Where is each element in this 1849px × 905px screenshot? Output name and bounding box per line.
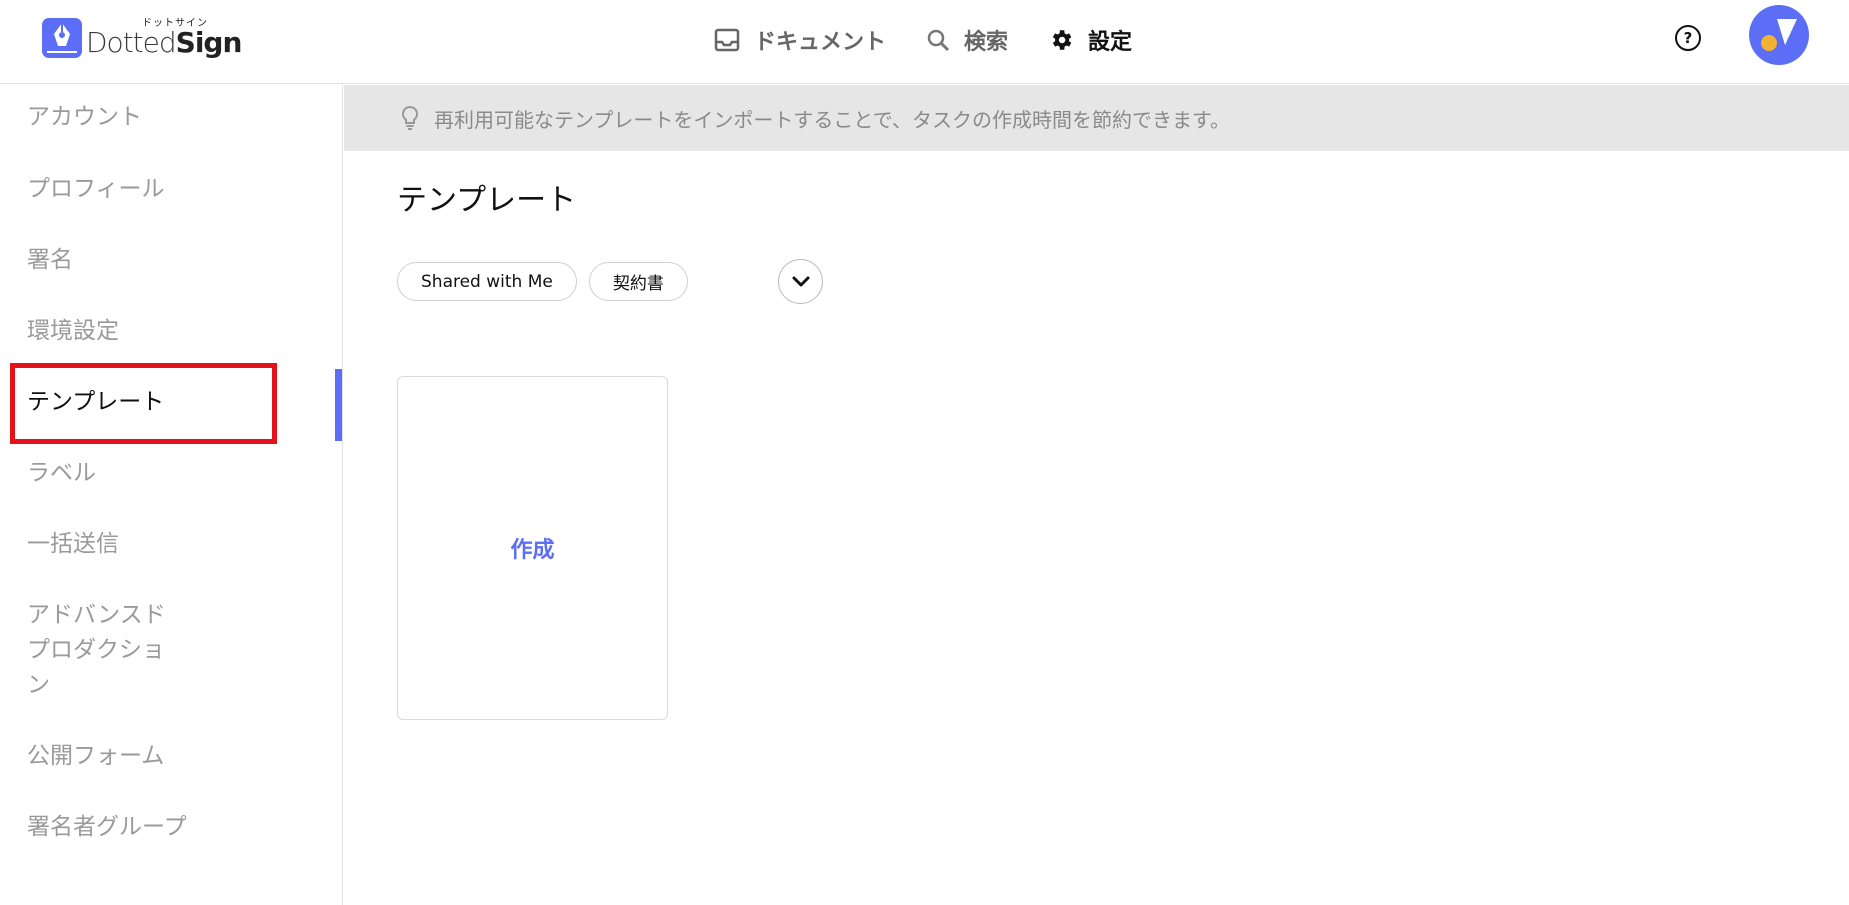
expand-filters-button[interactable] (778, 259, 823, 304)
settings-sidebar: アカウント プロフィール 署名 環境設定 テンプレート ラベル 一括送信 アドバ… (0, 85, 343, 905)
top-header: ドットサイン DottedSign ドキュメント 検索 設定 ? (0, 0, 1849, 84)
pen-nib-logo-icon (42, 18, 82, 58)
nav-documents[interactable]: ドキュメント (714, 24, 886, 56)
nav-documents-label: ドキュメント (754, 30, 887, 55)
tip-banner: 再利用可能なテンプレートをインポートすることで、タスクの作成時間を節約できます。 (344, 85, 1849, 151)
sidebar-item-labels[interactable]: ラベル (27, 456, 96, 491)
sidebar-item-account[interactable]: アカウント (27, 100, 142, 135)
sidebar-item-advanced-production[interactable]: アドバンスド プロダクショ ン (27, 598, 166, 703)
sidebar-item-bulk-send[interactable]: 一括送信 (27, 527, 119, 562)
sidebar-item-templates[interactable]: テンプレート (27, 385, 164, 420)
sidebar-item-public-forms[interactable]: 公開フォーム (27, 739, 164, 774)
nav-settings-label: 設定 (1088, 30, 1133, 55)
sidebar-item-advanced-line-1: アドバンスド (27, 602, 166, 628)
sidebar-item-advanced-line-2: プロダクショ (27, 637, 165, 663)
sidebar-item-signer-groups[interactable]: 署名者グループ (27, 810, 187, 845)
nav-settings[interactable]: 設定 (1048, 24, 1132, 56)
question-mark-icon: ? (1683, 29, 1693, 47)
filter-chips: Shared with Me 契約書 (397, 262, 700, 301)
search-icon (926, 28, 950, 52)
sidebar-item-profile[interactable]: プロフィール (27, 172, 165, 207)
tip-text: 再利用可能なテンプレートをインポートすることで、タスクの作成時間を節約できます。 (434, 107, 1230, 132)
sidebar-item-preferences[interactable]: 環境設定 (27, 314, 119, 349)
logo-wordmark-light: Dotted (86, 26, 177, 59)
chip-contract[interactable]: 契約書 (588, 262, 688, 301)
page-title: テンプレート (397, 183, 577, 218)
gear-icon (1048, 27, 1074, 53)
avatar-graphic-icon (1761, 19, 1797, 51)
nav-search[interactable]: 検索 (926, 24, 1008, 56)
lightbulb-icon (400, 105, 420, 131)
sidebar-item-signature[interactable]: 署名 (27, 243, 73, 278)
logo-wordmark-bold: Sign (175, 26, 243, 59)
nav-search-label: 検索 (964, 30, 1009, 55)
user-avatar[interactable] (1749, 5, 1809, 65)
logo-wordmark: DottedSign (86, 26, 243, 59)
dottedsign-logo[interactable]: ドットサイン DottedSign (42, 14, 242, 64)
sidebar-item-advanced-line-3: ン (27, 672, 50, 698)
chip-shared-with-me[interactable]: Shared with Me (397, 262, 577, 301)
inbox-icon (714, 28, 740, 52)
active-indicator (335, 369, 342, 441)
main-nav: ドキュメント 検索 設定 (714, 18, 1172, 62)
chevron-down-icon (792, 276, 809, 286)
help-button[interactable]: ? (1675, 25, 1701, 51)
create-template-label: 作成 (510, 538, 555, 563)
create-template-card[interactable]: 作成 (397, 376, 668, 720)
